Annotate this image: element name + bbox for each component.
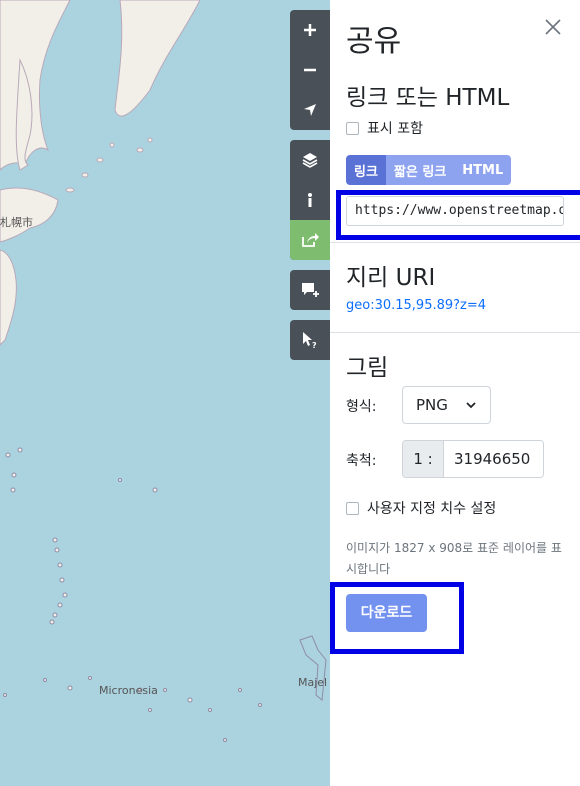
link-section-heading: 링크 또는 HTML: [346, 85, 510, 111]
divider: [330, 242, 580, 243]
kuril-islands: [65, 137, 153, 193]
zoom-in-button[interactable]: [290, 10, 330, 50]
zoom-out-button[interactable]: [290, 50, 330, 90]
format-label: 형식:: [346, 399, 377, 415]
add-note-icon: [302, 283, 319, 297]
info-icon: [308, 193, 312, 207]
query-features-button[interactable]: ?: [290, 320, 330, 360]
share-icon: [302, 233, 319, 247]
info-button[interactable]: [290, 180, 330, 220]
link-format-tabs: 링크 짧은 링크 HTML: [346, 155, 512, 185]
tab-html[interactable]: HTML: [454, 155, 512, 185]
custom-size-label: 사용자 지정 치수 설정: [367, 501, 497, 517]
landmass-russia: [0, 0, 71, 171]
chevron-down-icon: [466, 402, 476, 409]
plus-icon: [304, 24, 316, 36]
map-canvas: [0, 0, 327, 742]
svg-text:?: ?: [312, 341, 317, 349]
scale-prefix: 1 :: [403, 441, 444, 477]
format-select-value: PNG: [416, 396, 448, 414]
panel-controls: [290, 140, 330, 260]
image-section-heading: 그림: [346, 355, 389, 381]
highlight-box: [336, 190, 580, 240]
custom-size-checkbox[interactable]: [346, 501, 359, 515]
scale-label: 축척:: [346, 453, 377, 469]
query-cursor-icon: ?: [303, 332, 317, 349]
query-control: ?: [290, 320, 330, 360]
include-marker-row: 표시 포함: [346, 118, 423, 138]
add-note-button[interactable]: [290, 270, 330, 310]
divider: [330, 332, 580, 333]
highlight-box: [330, 582, 464, 654]
scale-input[interactable]: 31946650: [444, 441, 543, 477]
map-label-sapporo: 札幌市: [0, 216, 33, 229]
minus-icon: [304, 68, 316, 72]
image-info-text: 이미지가 1827 x 908로 표준 레이어를 표시합니다: [346, 541, 562, 576]
geo-uri-link[interactable]: geo:30.15,95.89?z=4: [346, 298, 486, 313]
include-marker-label: 표시 포함: [367, 121, 423, 137]
map-label-majel: Majel: [298, 676, 328, 689]
close-icon[interactable]: [544, 18, 562, 36]
tab-short-link[interactable]: 짧은 링크: [385, 155, 455, 185]
map-view[interactable]: 札幌市 Micronesia Majel: [0, 0, 330, 786]
geo-uri-heading: 지리 URI: [346, 265, 436, 291]
tab-link[interactable]: 링크: [346, 155, 386, 185]
include-marker-checkbox[interactable]: [346, 121, 359, 135]
panel-title: 공유: [346, 24, 402, 59]
locate-button[interactable]: [290, 90, 330, 130]
format-select[interactable]: PNG: [402, 386, 491, 424]
marshall-islands: [299, 635, 327, 701]
locate-arrow-icon: [304, 104, 316, 116]
landmass-kamchatka: [114, 0, 201, 117]
layers-icon: [302, 153, 318, 168]
layers-button[interactable]: [290, 140, 330, 180]
scale-input-group: 1 : 31946650: [402, 440, 544, 478]
share-panel: 공유 링크 또는 HTML 표시 포함 링크 짧은 링크 HTML https:…: [330, 0, 580, 786]
custom-size-row: 사용자 지정 치수 설정: [346, 498, 496, 518]
landmass-honshu: [0, 249, 17, 346]
zoom-controls: [290, 10, 330, 130]
share-button[interactable]: [290, 220, 330, 260]
note-control: [290, 270, 330, 310]
pacific-islands: [3, 447, 262, 742]
map-label-micronesia: Micronesia: [99, 684, 158, 697]
